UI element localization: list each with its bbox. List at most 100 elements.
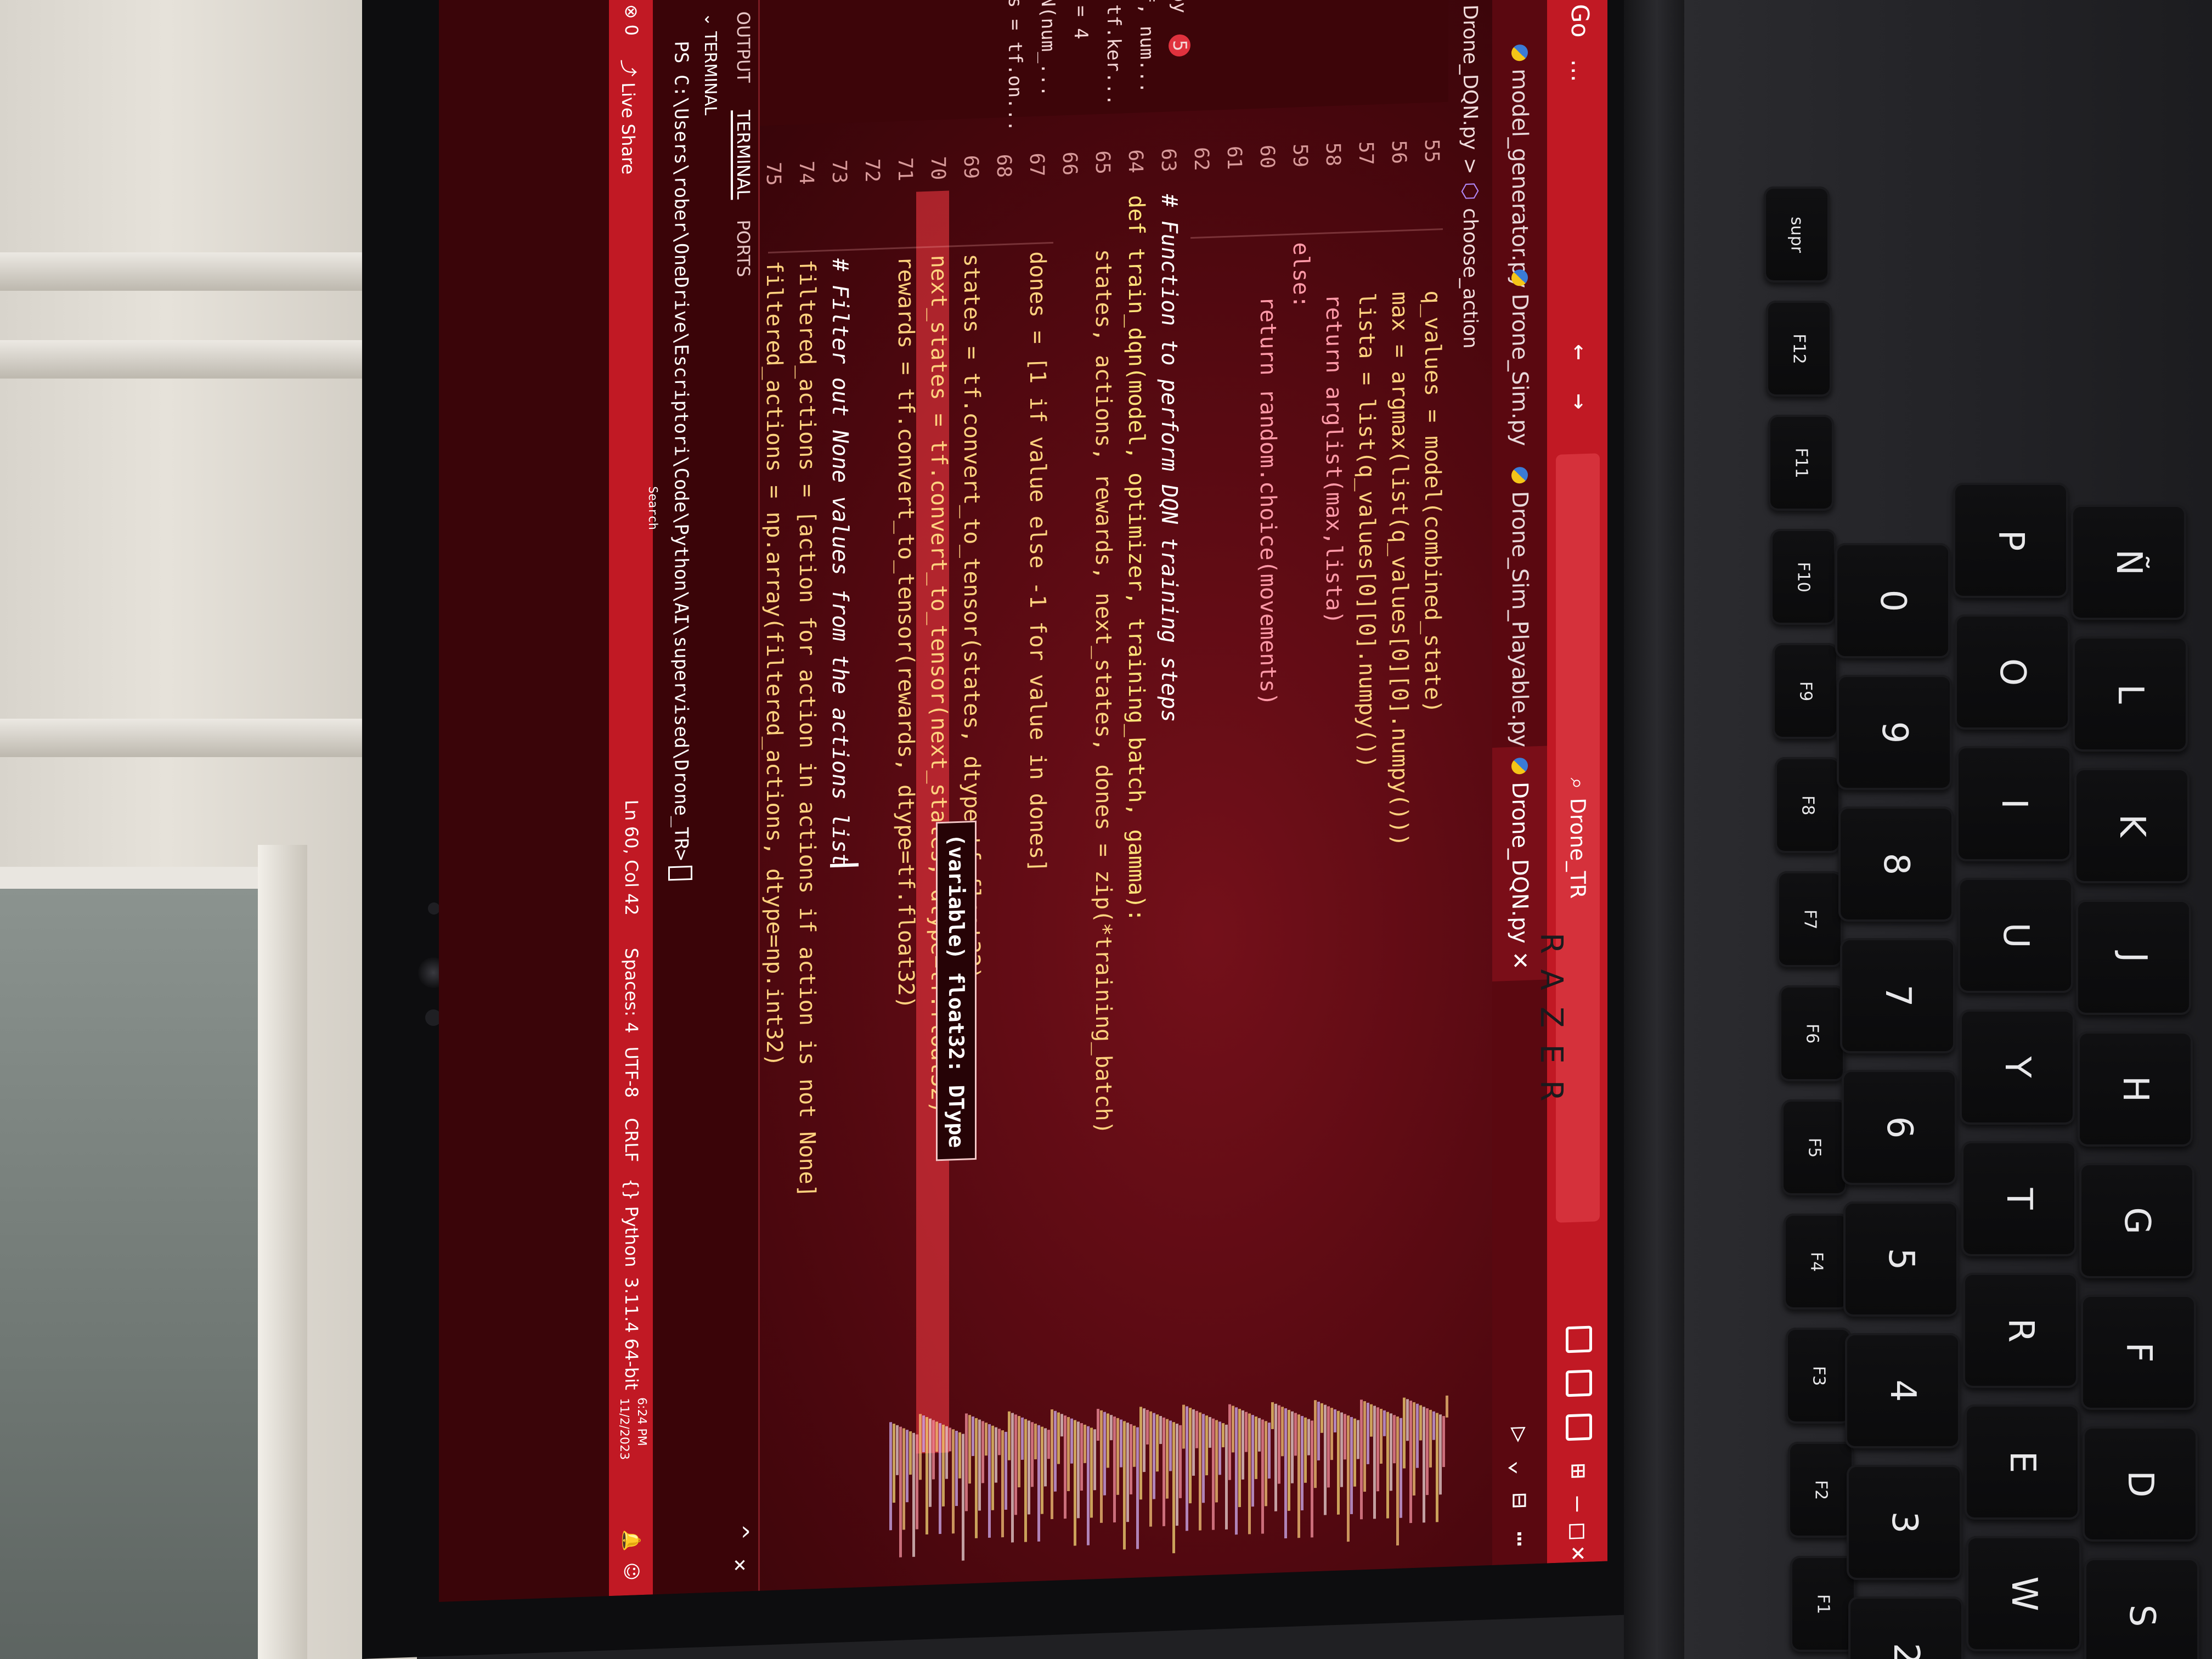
minimap-line: [1156, 1414, 1159, 1472]
customize-layout-icon[interactable]: ⊞: [1564, 1463, 1594, 1479]
line-number: 59: [1289, 143, 1311, 168]
sidebar-item[interactable]: s = 4: [1070, 0, 1092, 40]
minimap-line: [1047, 1430, 1050, 1459]
key-9[interactable]: 9: [1837, 675, 1952, 790]
minimap-line: [1001, 1430, 1004, 1538]
key-h[interactable]: H: [2078, 1031, 2193, 1147]
key-g[interactable]: G: [2079, 1163, 2194, 1278]
key-3[interactable]: 3: [1847, 1465, 1962, 1580]
key-f2[interactable]: F2: [1788, 1442, 1854, 1538]
key-2[interactable]: 2: [1848, 1596, 1963, 1659]
minimap-line: [1130, 1424, 1132, 1495]
sidebar-item[interactable]: ks = tf.on...: [1004, 0, 1026, 132]
key-u[interactable]: U: [1958, 878, 2073, 993]
key-o[interactable]: O: [1955, 614, 2070, 730]
key-label: F9: [1796, 681, 1815, 701]
key-t[interactable]: T: [1961, 1141, 2076, 1256]
key-w[interactable]: W: [1966, 1536, 2081, 1651]
breadcrumb-symbol[interactable]: choose_action: [1459, 207, 1482, 349]
key-f7[interactable]: F7: [1777, 871, 1843, 967]
key-f5[interactable]: F5: [1781, 1099, 1847, 1195]
key-7[interactable]: 7: [1840, 938, 1955, 1053]
key-label: J: [2113, 952, 2154, 963]
sidebar-item[interactable]: .py: [1169, 0, 1190, 14]
breadcrumb-file[interactable]: Drone_DQN.py: [1459, 4, 1482, 151]
close-panel-icon[interactable]: ×: [727, 1558, 753, 1572]
sidebar-item[interactable]: = tf.ker...: [1103, 0, 1125, 106]
key-d[interactable]: D: [2083, 1426, 2198, 1542]
key-label: F5: [1804, 1137, 1824, 1158]
key-label: E: [2002, 1451, 2042, 1474]
layout-sidebar-icon[interactable]: [1566, 1325, 1592, 1353]
sidebar-item[interactable]: QN(num_...: [1037, 0, 1059, 97]
minimap-line: [988, 1424, 991, 1538]
key-i[interactable]: I: [1956, 746, 2072, 861]
layout-panel-icon[interactable]: [1566, 1369, 1592, 1397]
tab-drone-sim[interactable]: Drone_Sim.py: [1492, 268, 1547, 447]
minimap[interactable]: [867, 1391, 1448, 1576]
key-0[interactable]: 0: [1835, 543, 1950, 658]
key-f1[interactable]: F1: [1790, 1556, 1856, 1652]
key-5[interactable]: 5: [1843, 1201, 1959, 1317]
tab-terminal[interactable]: TERMINAL: [731, 109, 754, 200]
minimap-line: [1205, 1415, 1208, 1476]
forward-arrow-icon[interactable]: →: [1565, 393, 1595, 410]
terminal-section[interactable]: ⌄ TERMINAL: [701, 12, 720, 115]
chevron-down-icon[interactable]: ⌄: [1505, 1459, 1535, 1476]
minimap-line: [1360, 1400, 1363, 1520]
tab-drone-sim-playable[interactable]: Drone_Sim_Playable.py: [1492, 466, 1547, 748]
key-f9[interactable]: F9: [1773, 643, 1838, 739]
terminal-prompt[interactable]: PS C:\Users\rober\OneDrive\Escriptori\Co…: [668, 41, 692, 881]
key-f6[interactable]: F6: [1779, 985, 1845, 1081]
tab-model-generator[interactable]: model_generator.py: [1492, 43, 1547, 289]
tab-ports[interactable]: PORTS: [733, 219, 754, 278]
key-6[interactable]: 6: [1842, 1070, 1957, 1185]
minimap-line: [1116, 1418, 1119, 1495]
minimap-line: [1014, 1414, 1017, 1515]
key-r[interactable]: R: [1963, 1273, 2078, 1388]
minimap-line: [1209, 1417, 1211, 1448]
key-p[interactable]: P: [1953, 483, 2068, 598]
key-f8[interactable]: F8: [1775, 757, 1841, 853]
minimap-line: [1090, 1427, 1093, 1518]
minimap-line: [958, 1432, 961, 1479]
run-python-icon[interactable]: ▷: [1505, 1426, 1535, 1443]
menu-go[interactable]: Go: [1566, 3, 1594, 38]
minimap-line: [1080, 1423, 1083, 1491]
code-editor[interactable]: q_values = model(combined_state) max = a…: [653, 184, 1448, 1419]
tab-output[interactable]: OUTPUT: [733, 11, 754, 83]
minimap-line: [926, 1417, 928, 1535]
layout-secondary-icon[interactable]: [1566, 1413, 1592, 1441]
back-arrow-icon[interactable]: ←: [1565, 343, 1595, 360]
key-8[interactable]: 8: [1838, 806, 1954, 922]
key-f4[interactable]: F4: [1784, 1214, 1849, 1310]
terminal-cursor: [668, 866, 692, 881]
key-f12[interactable]: F12: [1766, 301, 1832, 397]
key-ñ[interactable]: Ñ: [2071, 505, 2186, 620]
split-right-icon[interactable]: ⊟: [1505, 1492, 1535, 1509]
key-e[interactable]: E: [1965, 1404, 2080, 1520]
split-editor-icon[interactable]: ⊟: [1492, 0, 1547, 24]
close-icon[interactable]: ×: [1564, 1545, 1594, 1561]
key-k[interactable]: K: [2074, 768, 2190, 883]
maximize-icon[interactable]: □: [1564, 1523, 1594, 1539]
menu-more[interactable]: ...: [1566, 58, 1594, 82]
key-y[interactable]: Y: [1960, 1009, 2075, 1125]
key-f3[interactable]: F3: [1786, 1328, 1852, 1424]
minimap-line: [1297, 1414, 1300, 1538]
key-supr[interactable]: supr: [1764, 187, 1830, 283]
key-f[interactable]: F: [2081, 1295, 2196, 1410]
key-label: 6: [1879, 1116, 1920, 1139]
key-4[interactable]: 4: [1845, 1333, 1960, 1448]
more-actions-icon[interactable]: ⋯: [1505, 1531, 1535, 1547]
key-j[interactable]: J: [2076, 900, 2191, 1015]
taskbar-search[interactable]: Search: [646, 486, 659, 530]
key-s[interactable]: S: [2084, 1558, 2199, 1659]
chevron-up-icon[interactable]: ^: [727, 1525, 753, 1539]
key-f10[interactable]: F10: [1770, 529, 1836, 625]
sidebar-item[interactable]: lf, num...: [1136, 0, 1158, 93]
key-f11[interactable]: F11: [1768, 415, 1834, 511]
close-tab-icon[interactable]: ✕: [1507, 951, 1532, 970]
minimize-icon[interactable]: –: [1564, 1496, 1594, 1512]
key-l[interactable]: L: [2073, 636, 2188, 752]
